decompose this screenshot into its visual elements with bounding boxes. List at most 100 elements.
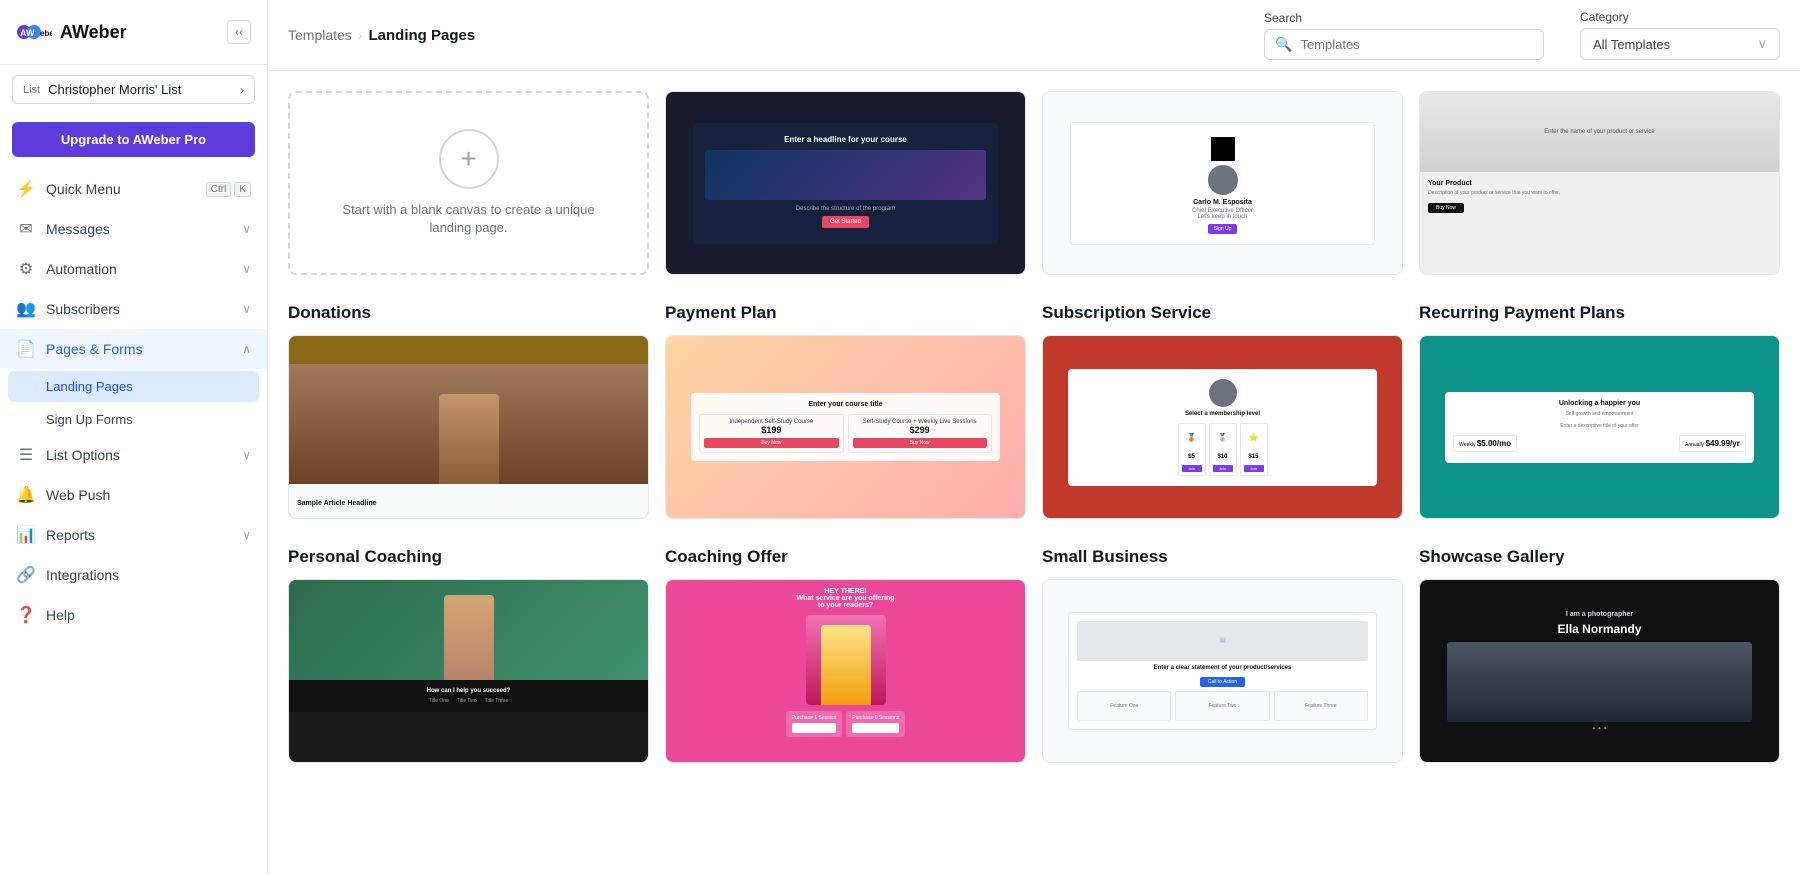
payment-templates-row: Donations Sample Article Headline Paymen… <box>288 295 1780 519</box>
sidebar: AW eber AWeber ‹‹ List Christopher Morri… <box>0 0 268 875</box>
sidebar-label-messages: Messages <box>46 221 110 237</box>
breadcrumb: Templates › Landing Pages <box>288 27 475 44</box>
template-card-personal-coaching[interactable]: How can I help you succeed? Title One Ti… <box>288 579 649 763</box>
integrations-icon: 🔗 <box>16 565 36 585</box>
subscription-service-section: Subscription Service Select a membership… <box>1042 295 1403 519</box>
sidebar-item-sign-up-forms[interactable]: Sign Up Forms <box>0 404 267 435</box>
category-selected-value: All Templates <box>1593 37 1670 52</box>
search-input[interactable] <box>1300 37 1533 52</box>
automation-chevron-icon: ∨ <box>242 262 251 276</box>
sidebar-label-quick-menu: Quick Menu <box>46 181 121 197</box>
logo-area: AW eber AWeber <box>16 14 127 50</box>
sidebar-label-automation: Automation <box>46 261 117 277</box>
sidebar-item-web-push[interactable]: 🔔 Web Push <box>0 475 267 515</box>
sidebar-item-automation[interactable]: ⚙ Automation ∨ <box>0 249 267 289</box>
section-header-small-business: Small Business <box>1042 547 1403 567</box>
template-preview-online-course: Enter a headline for your course Describ… <box>666 92 1025 274</box>
reports-icon: 📊 <box>16 525 36 545</box>
template-card-contact-info[interactable]: Carlo M. Esposita Chief Executive Office… <box>1042 91 1403 275</box>
list-label: List <box>23 84 40 96</box>
template-card-showcase-gallery[interactable]: I am a photographer Ella Normandy ✦ ✦ ✦ <box>1419 579 1780 763</box>
template-preview-donations: Sample Article Headline <box>289 336 648 518</box>
blank-plus-icon: + <box>439 129 499 189</box>
template-preview-subscription-service: Select a membership level 🥉 $5 Join 🥈 $1… <box>1043 336 1402 518</box>
personal-coaching-section: Personal Coaching How can I help you suc… <box>288 539 649 763</box>
sidebar-label-web-push: Web Push <box>46 487 110 503</box>
kbd-k: K <box>234 182 251 197</box>
section-header-personal-coaching: Personal Coaching <box>288 547 649 567</box>
messages-icon: ✉ <box>16 219 36 239</box>
sidebar-label-reports: Reports <box>46 527 95 543</box>
sidebar-item-subscribers[interactable]: 👥 Subscribers ∨ <box>0 289 267 329</box>
pages-forms-chevron-icon: ∧ <box>242 342 251 356</box>
donations-section: Donations Sample Article Headline <box>288 295 649 519</box>
search-icon: 🔍 <box>1275 36 1292 53</box>
sidebar-item-help[interactable]: ❓ Help <box>0 595 267 635</box>
template-card-payment-plan[interactable]: Enter your course title Independent Self… <box>665 335 1026 519</box>
coaching-offer-section: Coaching Offer HEY THERE!What service ar… <box>665 539 1026 763</box>
svg-text:AW: AW <box>20 28 35 38</box>
template-card-subscription-service[interactable]: Select a membership level 🥉 $5 Join 🥈 $1… <box>1042 335 1403 519</box>
list-selector[interactable]: List Christopher Morris' List › <box>12 75 255 104</box>
list-options-chevron-icon: ∨ <box>242 448 251 462</box>
payment-plan-section: Payment Plan Enter your course title Ind… <box>665 295 1026 519</box>
svg-text:eber: eber <box>40 29 52 38</box>
sidebar-label-list-options: List Options <box>46 447 120 463</box>
template-preview-recurring-payment-plans: Unlocking a happier you Self growth and … <box>1420 336 1779 518</box>
main-content: Templates › Landing Pages Search 🔍 Categ… <box>268 0 1800 875</box>
template-grid-container: + Start with a blank canvas to create a … <box>268 71 1800 875</box>
keyboard-hint: Ctrl K <box>206 182 251 197</box>
sidebar-item-list-options[interactable]: ☰ List Options ∨ <box>0 435 267 475</box>
breadcrumb-current: Landing Pages <box>368 27 475 44</box>
sidebar-item-messages[interactable]: ✉ Messages ∨ <box>0 209 267 249</box>
breadcrumb-parent[interactable]: Templates <box>288 27 352 43</box>
sidebar-item-integrations[interactable]: 🔗 Integrations <box>0 555 267 595</box>
template-card-blank[interactable]: + Start with a blank canvas to create a … <box>288 91 649 275</box>
category-select[interactable]: All Templates ∨ <box>1580 28 1780 60</box>
logo-text: AWeber <box>60 22 127 43</box>
list-name: Christopher Morris' List <box>48 82 232 97</box>
search-box: 🔍 <box>1264 29 1544 60</box>
template-card-small-business[interactable]: 🖼 Enter a clear statement of your produc… <box>1042 579 1403 763</box>
template-card-recurring-payment-plans[interactable]: Unlocking a happier you Self growth and … <box>1419 335 1780 519</box>
section-header-recurring: Recurring Payment Plans <box>1419 303 1780 323</box>
sidebar-label-sign-up-forms: Sign Up Forms <box>46 412 133 427</box>
blank-card-text: Start with a blank canvas to create a un… <box>320 201 617 237</box>
template-card-donations[interactable]: Sample Article Headline <box>288 335 649 519</box>
breadcrumb-separator: › <box>358 27 363 43</box>
template-preview-payment-plan: Enter your course title Independent Self… <box>666 336 1025 518</box>
section-header-donations: Donations <box>288 303 649 323</box>
reports-chevron-icon: ∨ <box>242 528 251 542</box>
collapse-button[interactable]: ‹‹ <box>227 20 251 44</box>
section-header-showcase-gallery: Showcase Gallery <box>1419 547 1780 567</box>
template-preview-small-business: 🖼 Enter a clear statement of your produc… <box>1043 580 1402 762</box>
quick-menu-icon: ⚡ <box>16 179 36 199</box>
template-preview-coaching-offer: HEY THERE!What service are you offeringt… <box>666 580 1025 762</box>
template-card-online-course[interactable]: Enter a headline for your course Describ… <box>665 91 1026 275</box>
template-preview-contact-info: Carlo M. Esposita Chief Executive Office… <box>1043 92 1402 274</box>
subscribers-chevron-icon: ∨ <box>242 302 251 316</box>
sidebar-item-pages-forms[interactable]: 📄 Pages & Forms ∧ <box>0 329 267 369</box>
top-bar: Templates › Landing Pages Search 🔍 Categ… <box>268 0 1800 71</box>
sidebar-item-landing-pages[interactable]: Landing Pages <box>8 371 259 402</box>
showcase-gallery-section: Showcase Gallery I am a photographer Ell… <box>1419 539 1780 763</box>
template-card-coaching-offer[interactable]: HEY THERE!What service are you offeringt… <box>665 579 1026 763</box>
sidebar-header: AW eber AWeber ‹‹ <box>0 0 267 65</box>
web-push-icon: 🔔 <box>16 485 36 505</box>
template-card-product-service[interactable]: Enter the name of your product or servic… <box>1419 91 1780 275</box>
template-preview-showcase-gallery: I am a photographer Ella Normandy ✦ ✦ ✦ <box>1420 580 1779 762</box>
messages-chevron-icon: ∨ <box>242 222 251 236</box>
category-dropdown-icon: ∨ <box>1757 36 1767 52</box>
help-icon: ❓ <box>16 605 36 625</box>
sidebar-item-quick-menu[interactable]: ⚡ Quick Menu Ctrl K <box>0 169 267 209</box>
top-template-row: + Start with a blank canvas to create a … <box>288 91 1780 275</box>
automation-icon: ⚙ <box>16 259 36 279</box>
category-area: Category All Templates ∨ <box>1580 10 1780 60</box>
upgrade-button[interactable]: Upgrade to AWeber Pro <box>12 122 255 157</box>
search-label: Search <box>1264 11 1544 25</box>
list-arrow-icon: › <box>240 83 244 97</box>
sidebar-item-reports[interactable]: 📊 Reports ∨ <box>0 515 267 555</box>
coaching-templates-row: Personal Coaching How can I help you suc… <box>288 539 1780 763</box>
template-preview-product-service: Enter the name of your product or servic… <box>1420 92 1779 274</box>
search-area: Search 🔍 <box>1264 11 1544 60</box>
